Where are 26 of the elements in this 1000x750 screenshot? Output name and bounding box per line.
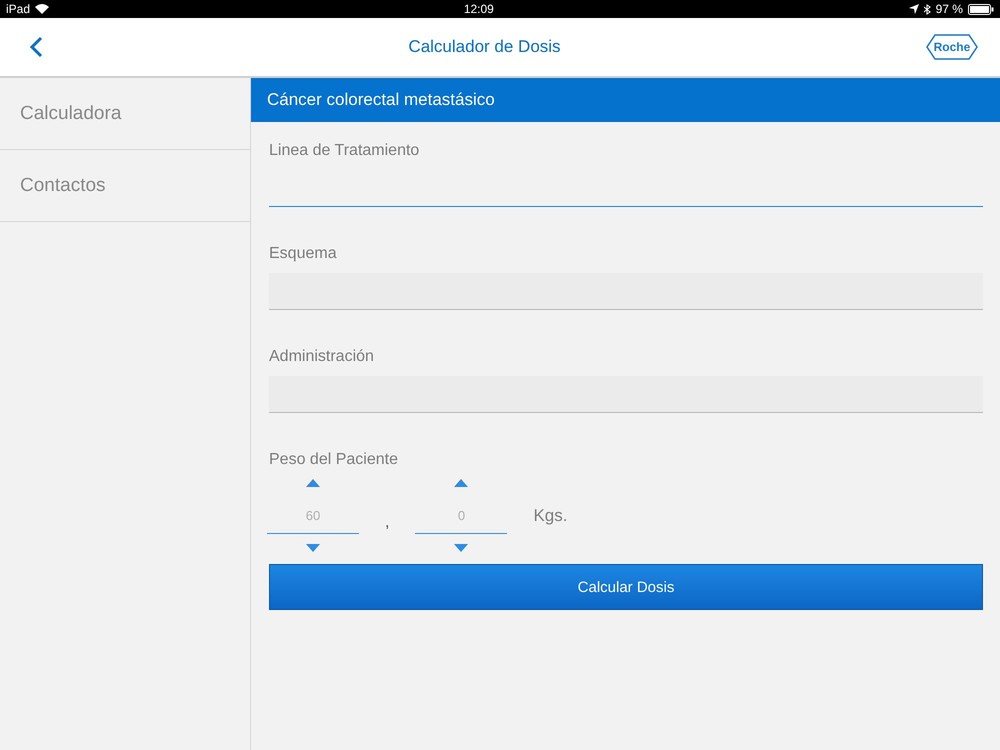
bluetooth-icon <box>924 4 931 14</box>
field-label: Administración <box>269 348 375 366</box>
section-header: Cáncer colorectal metastásico <box>251 78 1000 122</box>
down-arrow-icon[interactable] <box>306 544 320 552</box>
location-arrow-icon <box>908 4 919 14</box>
unit-label: Kgs. <box>533 506 568 526</box>
weight-integer-field[interactable]: 60 <box>267 497 359 534</box>
up-arrow-icon[interactable] <box>306 479 320 487</box>
down-arrow-icon[interactable] <box>454 544 468 552</box>
field-label: Linea de Tratamiento <box>269 142 420 160</box>
up-arrow-icon[interactable] <box>454 479 468 487</box>
calculate-button[interactable]: Calcular Dosis <box>269 564 983 610</box>
screen-title: Calculador de Dosis <box>408 37 561 57</box>
brand-logo: Roche <box>926 34 978 60</box>
weight-decimal-field[interactable]: 0 <box>415 497 508 534</box>
device-name: iPad <box>6 2 30 16</box>
sidebar-item[interactable]: Contactos <box>0 150 250 222</box>
sidebar-item[interactable]: Calculadora <box>0 78 250 150</box>
back-chevron-icon[interactable] <box>30 36 43 58</box>
clock: 12:09 <box>464 2 494 16</box>
decimal-separator: , <box>385 514 390 532</box>
wifi-icon <box>35 4 50 14</box>
battery-icon <box>968 4 994 14</box>
field-label: Esquema <box>269 245 338 263</box>
field-label: Peso del Paciente <box>269 451 399 469</box>
battery-percentage: 97 % <box>936 2 963 16</box>
